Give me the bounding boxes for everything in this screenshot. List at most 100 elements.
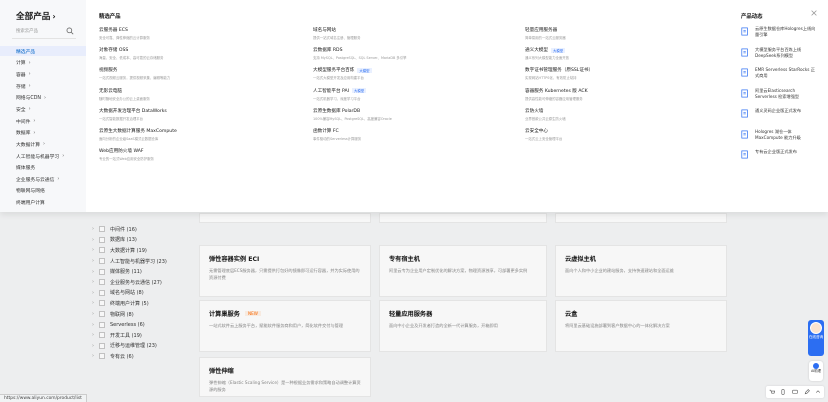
category-label: 计算	[16, 61, 26, 67]
product-item[interactable]: 云原生数据库 PolarDB 100%兼容MySQL、PostgreSQL，高度兼…	[313, 108, 392, 121]
category-label: 物联网与网络	[16, 189, 45, 195]
category-item[interactable]: 企业服务与云通信 ›	[0, 174, 86, 184]
category-item[interactable]: 人工智能与机器学习 ›	[0, 151, 86, 161]
product-desc: 专业的一站式Web应用安全防护服务	[99, 157, 154, 162]
chevron-right-icon: ›	[33, 118, 36, 125]
category-item[interactable]: 精选产品	[0, 46, 86, 57]
back-to-top-icon[interactable]	[815, 389, 821, 395]
product-name-text: 人工智能平台 PAI	[313, 88, 349, 94]
product-name: 云原生数据库 PolarDB	[313, 108, 392, 114]
menu-title[interactable]: 全部产品 ›	[16, 10, 56, 22]
product-item[interactable]: 大模型服务平台百炼 大模型 一站式大模型开发及应用构建平台	[313, 67, 372, 80]
overlay-dim	[0, 212, 828, 402]
product-desc: 实现网站HTTPS化，有效防止劫持	[525, 76, 577, 81]
product-item[interactable]: 人工智能平台 PAI 大模型 一站式机器学习、深度学习平台	[313, 88, 367, 101]
product-item[interactable]: 云服务器 ECS 安全可靠、弹性伸缩的云计算服务	[99, 27, 150, 40]
product-name: 云防火墙	[525, 108, 566, 114]
category-label: 数据库	[16, 131, 31, 137]
product-name-text: 云原生数据库 PolarDB	[313, 108, 361, 114]
online-consult-button[interactable]: 在线咨询	[808, 320, 824, 356]
product-name: 人工智能平台 PAI 大模型	[313, 88, 367, 94]
category-label: 企业服务与云通信	[16, 177, 55, 183]
product-item[interactable]: 视频服务 一站式视频云服务，提供视频采集、编辑等能力	[99, 67, 170, 80]
product-item[interactable]: 无影云电脑 随时随地安全办公的云上桌面服务	[99, 88, 150, 101]
product-name: 函数计算 FC	[313, 128, 361, 134]
phone-icon[interactable]	[780, 389, 786, 395]
product-item[interactable]: 数字证书管理服务（原SSL证书） 实现网站HTTPS化，有效防止劫持	[525, 67, 593, 80]
news-item[interactable]: 专有云企业版正式发布	[741, 149, 817, 159]
product-item[interactable]: 大数据开发治理平台 DataWorks 一站式智能数据开发治理平台	[99, 108, 167, 121]
product-desc: 一站式智能数据开发治理平台	[99, 116, 144, 121]
search-icon[interactable]	[66, 27, 74, 35]
category-item[interactable]: 媒体服务	[0, 163, 86, 173]
chevron-right-icon: ›	[52, 12, 56, 21]
category-item[interactable]: 计算 ›	[0, 58, 86, 68]
cart-icon[interactable]	[769, 389, 775, 395]
product-name: 大数据开发治理平台 DataWorks	[99, 108, 167, 114]
product-search-input[interactable]: 搜索云产品	[12, 25, 76, 39]
chevron-right-icon: ›	[44, 94, 47, 101]
product-desc: 提供一站式域名注册、管理服务	[313, 36, 361, 40]
category-item[interactable]: 大数据计算 ›	[0, 139, 86, 149]
category-label: 存储	[16, 84, 26, 90]
message-icon[interactable]	[792, 389, 798, 395]
category-label: 安全	[16, 107, 26, 113]
product-item[interactable]: 云安全中心 一站式云上安全管理平台	[525, 128, 562, 141]
category-label: 中间件	[16, 119, 31, 125]
product-item[interactable]: 云原生大数据计算服务 MaxCompute 面向分析的企业级SaaS模式云数据仓库	[99, 128, 177, 141]
product-name: Web应用防火墙 WAF	[99, 148, 154, 154]
floating-toolbar	[766, 386, 824, 398]
chevron-right-icon: ›	[28, 59, 31, 66]
category-item[interactable]: 数据库 ›	[0, 128, 86, 138]
news-item[interactable]: EMR Serverless StarRocks 正式商用	[741, 67, 817, 79]
document-icon	[741, 68, 748, 77]
category-item[interactable]: 物联网与网络	[0, 186, 86, 196]
category-item[interactable]: 终端用户计算	[0, 197, 86, 207]
category-sidebar: 全部产品 › 搜索云产品 精选产品 计算 › 容器 › 存储 › 网络与CDN › 安全 › 中间件 › 数…	[0, 0, 86, 212]
category-item[interactable]: 网络与CDN ›	[0, 93, 86, 103]
category-item[interactable]: 中间件 ›	[0, 116, 86, 126]
product-desc: 一站式大模型开发及应用构建平台	[313, 76, 364, 81]
news-item[interactable]: 通义灵码企业版正式发布	[741, 108, 817, 118]
chevron-right-icon: ›	[43, 141, 45, 148]
product-item[interactable]: 通义大模型 大模型通义系列大模型能力全面开放	[525, 47, 569, 60]
category-item[interactable]: 容器 ›	[0, 69, 86, 79]
feedback-icon[interactable]	[804, 389, 810, 395]
news-item[interactable]: 阿里云Elasticsearch Serverless 检索增强型	[741, 88, 817, 100]
close-icon[interactable]	[810, 9, 818, 17]
product-name-text: 通义大模型	[525, 48, 548, 54]
product-tag: 大模型	[550, 47, 566, 53]
product-name: 视频服务	[99, 67, 170, 73]
category-item[interactable]: 安全 ›	[0, 104, 86, 114]
product-name-text: 云原生大数据计算服务 MaxCompute	[99, 129, 177, 134]
category-label: 终端用户计算	[16, 201, 45, 207]
category-item[interactable]: 存储 ›	[0, 81, 86, 91]
news-text: 专有云企业版正式发布	[755, 149, 797, 154]
product-item[interactable]: 容器服务 Kubernetes 版 ACK 提供高性能可伸缩的容器应用管理服务	[525, 88, 588, 101]
product-item[interactable]: 轻量应用服务器 简单易用的一站式云服务器	[525, 27, 566, 40]
product-name-text: 数字证书管理服务（原SSL证书）	[525, 68, 594, 74]
product-item[interactable]: 函数计算 FC 事件驱动的Serverless计算服务	[313, 128, 361, 141]
product-name: 大模型服务平台百炼 大模型	[313, 67, 372, 73]
news-text: 云原生数据仓库Hologres上线向量引擎	[755, 26, 816, 37]
category-label: 容器	[16, 72, 26, 78]
product-item[interactable]: 域名与网站提供一站式域名注册、管理服务	[313, 27, 360, 40]
news-item[interactable]: 云原生数据仓库Hologres上线向量引擎	[741, 26, 817, 38]
product-item[interactable]: Web应用防火墙 WAF 专业的一站式Web应用安全防护服务	[99, 148, 154, 161]
news-item[interactable]: Hologres 湖仓一体 MaxCompute 能力升级	[741, 129, 817, 141]
featured-heading: 精选产品	[99, 14, 121, 20]
ai-label: AI助理	[810, 369, 822, 373]
product-item[interactable]: 云数据库 RDS 支持 MySQL、PostgreSQL、SQL Server、M…	[313, 47, 407, 60]
product-name-text: 域名与网站	[313, 28, 336, 33]
news-item[interactable]: 大模型服务平台百炼上线DeepSeek系列模型	[741, 47, 817, 59]
news-text: 阿里云Elasticsearch Serverless 检索增强型	[755, 87, 800, 99]
product-name-text: 大模型服务平台百炼	[313, 68, 355, 74]
product-desc: 100%兼容MySQL、PostgreSQL，高度兼容Oracle	[313, 116, 392, 121]
product-desc: 通义系列大模型能力全面开放	[525, 56, 570, 61]
ai-assistant-button[interactable]: AI助理	[809, 361, 823, 381]
product-item[interactable]: 对象存储 OSS 海量、安全、低成本、高可靠的云存储服务	[99, 47, 163, 60]
product-item[interactable]: 云防火墙 业界首款公共云原生防火墙	[525, 108, 566, 121]
consult-label: 在线咨询	[808, 335, 824, 339]
product-name-text: 云服务器 ECS	[99, 28, 128, 33]
chevron-right-icon: ›	[33, 129, 36, 136]
